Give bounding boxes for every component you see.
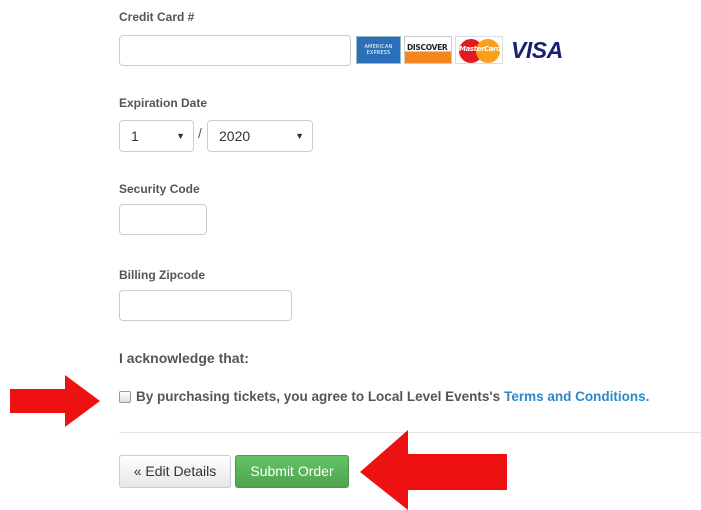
date-separator: / [198,125,202,141]
amex-logo: AMERICAN EXPRESS [356,36,401,64]
edit-details-button[interactable]: « Edit Details [119,455,231,488]
expiration-year-select[interactable]: 2020 ▼ [207,120,313,152]
billing-zipcode-label: Billing Zipcode [119,268,205,282]
right-arrow-icon [10,375,100,427]
terms-checkbox[interactable] [119,390,131,403]
security-code-input[interactable] [119,204,207,235]
credit-card-input[interactable] [119,35,351,66]
expiration-month-select[interactable]: 1 ▼ [119,120,194,152]
expiration-date-label: Expiration Date [119,96,208,110]
card-logos: AMERICAN EXPRESS DISCOVER MasterCard VIS… [356,35,563,65]
left-arrow-icon [360,430,507,510]
security-code-label: Security Code [119,182,200,196]
terms-link[interactable]: Terms and Conditions. [504,389,649,404]
terms-agreement-text: By purchasing tickets, you agree to Loca… [136,389,501,404]
billing-zipcode-input[interactable] [119,290,292,321]
terms-agreement: By purchasing tickets, you agree to Loca… [119,389,649,404]
visa-logo: VISA [511,36,563,63]
acknowledge-heading: I acknowledge that: [119,350,249,366]
credit-card-label: Credit Card # [119,10,195,24]
discover-logo: DISCOVER [404,36,452,64]
chevron-down-icon: ▼ [176,131,185,141]
mastercard-logo: MasterCard [455,36,503,64]
submit-order-button[interactable]: Submit Order [235,455,349,488]
chevron-down-icon: ▼ [295,131,304,141]
